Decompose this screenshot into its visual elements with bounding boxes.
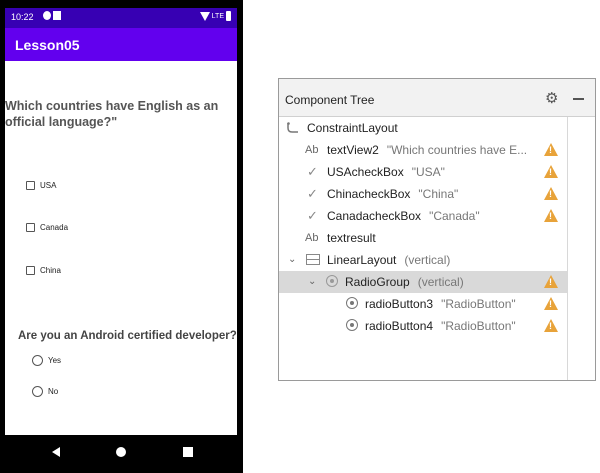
tree-item-name: radioButton4 [365,319,434,333]
checkbox-box[interactable] [26,266,35,275]
checkbox-icon: ✓ [307,208,318,223]
tree-item-name: USAcheckBox [327,165,404,179]
tree-item-detail: (vertical) [417,275,464,289]
textview-icon: Ab [305,232,319,244]
tree-item-label: USAcheckBox "USA" [327,161,445,183]
sync-icon [43,11,51,20]
battery-icon [226,11,231,21]
checkbox-label: Canada [40,223,69,232]
status-right: LTE [199,11,231,21]
tree-row-chinacheckbox[interactable]: ✓ ChinacheckBox "China" [279,183,567,205]
tree-item-label: ChinacheckBox "China" [327,183,458,205]
tree-item-label: radioButton3 "RadioButton" [365,293,516,315]
notification-icons [43,11,63,22]
app-bar: Lesson05 [5,28,237,61]
component-tree-header: Component Tree ⚙ [279,79,595,117]
recents-icon[interactable] [183,447,193,457]
tree-item-label: CanadacheckBox "Canada" [327,205,480,227]
warning-icon[interactable] [544,165,558,178]
radio-circle[interactable] [32,355,43,366]
tree-item-label: ConstraintLayout [307,121,398,135]
tree-item-detail: (vertical) [404,253,451,267]
tree-item-label: LinearLayout (vertical) [327,249,450,271]
tree-item-detail: "USA" [411,165,445,179]
tree-row-textview2[interactable]: Ab textView2 "Which countries have E... [279,139,567,161]
chevron-down-icon[interactable]: ⌄ [308,271,316,293]
checkbox-usa[interactable]: USA [26,181,56,190]
tree-item-detail: "RadioButton" [441,297,516,311]
checkbox-icon: ✓ [307,186,318,201]
radio-no[interactable]: No [32,386,58,397]
panel-divider [567,117,568,380]
checkbox-label: China [40,266,61,275]
tree-item-name: CanadacheckBox [327,209,422,223]
home-icon[interactable] [116,447,126,457]
tree-row-canadacheckbox[interactable]: ✓ CanadacheckBox "Canada" [279,205,567,227]
tree-item-name: LinearLayout [327,253,397,267]
chevron-down-icon[interactable]: ⌄ [288,249,296,271]
radio-group-icon [326,275,338,287]
tree-item-label: textresult [327,231,376,245]
network-type: LTE [211,12,224,20]
radio-button-icon [346,319,358,331]
tree-item-detail: "Which countries have E... [386,143,528,157]
tree-item-detail: "RadioButton" [441,319,516,333]
tree-row-radiobutton3[interactable]: radioButton3 "RadioButton" [279,293,567,315]
back-icon[interactable] [52,447,60,457]
sim-icon [53,11,61,20]
radio-label: Yes [48,356,62,365]
minimize-icon[interactable] [573,98,584,100]
app-content: Which countries have English as an offic… [5,61,237,435]
tree-item-name: textView2 [327,143,379,157]
panel-title: Component Tree [285,93,375,107]
wifi-icon [199,11,210,21]
radio-label: No [48,387,59,396]
tree-item-label: radioButton4 "RadioButton" [365,315,516,337]
tree-row-radiogroup[interactable]: ⌄ RadioGroup (vertical) [279,271,567,293]
question-english-text: Which countries have English as an offic… [5,99,219,129]
tree-item-name: ChinacheckBox [327,187,411,201]
tree-item-label: RadioGroup (vertical) [345,271,464,293]
tree-item-name: radioButton3 [365,297,434,311]
checkbox-box[interactable] [26,223,35,232]
tree-row-textresult[interactable]: Ab textresult [279,227,567,249]
radio-yes[interactable]: Yes [32,355,61,366]
checkbox-canada[interactable]: Canada [26,223,68,232]
status-time: 10:22 [11,12,34,22]
checkbox-box[interactable] [26,181,35,190]
tree-item-detail: "Canada" [429,209,480,223]
tree-row-usacheckbox[interactable]: ✓ USAcheckBox "USA" [279,161,567,183]
warning-icon[interactable] [544,319,558,332]
checkbox-china[interactable]: China [26,266,61,275]
question-android-text: Are you an Android certified developer? [18,330,237,342]
tree-item-detail: "China" [418,187,459,201]
warning-icon[interactable] [544,187,558,200]
phone-emulator: 10:22 LTE Lesson05 Which countries have … [0,0,243,473]
app-title: Lesson05 [15,37,80,53]
tree-item-name: RadioGroup [345,275,410,289]
tree-row-constraintlayout[interactable]: ConstraintLayout [279,117,567,139]
status-bar: 10:22 LTE [5,8,237,28]
warning-icon[interactable] [544,209,558,222]
radio-circle[interactable] [32,386,43,397]
radio-button-icon [346,297,358,309]
gear-icon[interactable]: ⚙ [545,89,558,107]
linear-layout-icon [306,254,320,265]
warning-icon[interactable] [544,275,558,288]
warning-icon[interactable] [544,143,558,156]
checkbox-label: USA [40,181,57,190]
tree-row-linearlayout[interactable]: ⌄ LinearLayout (vertical) [279,249,567,271]
tree-item-label: textView2 "Which countries have E... [327,139,527,161]
checkbox-icon: ✓ [307,164,318,179]
constraint-layout-icon [287,122,298,133]
tree-row-radiobutton4[interactable]: radioButton4 "RadioButton" [279,315,567,337]
warning-icon[interactable] [544,297,558,310]
navigation-bar [5,435,237,470]
component-tree-panel: Component Tree ⚙ ConstraintLayout Ab tex… [278,78,596,381]
textview-icon: Ab [305,144,319,156]
